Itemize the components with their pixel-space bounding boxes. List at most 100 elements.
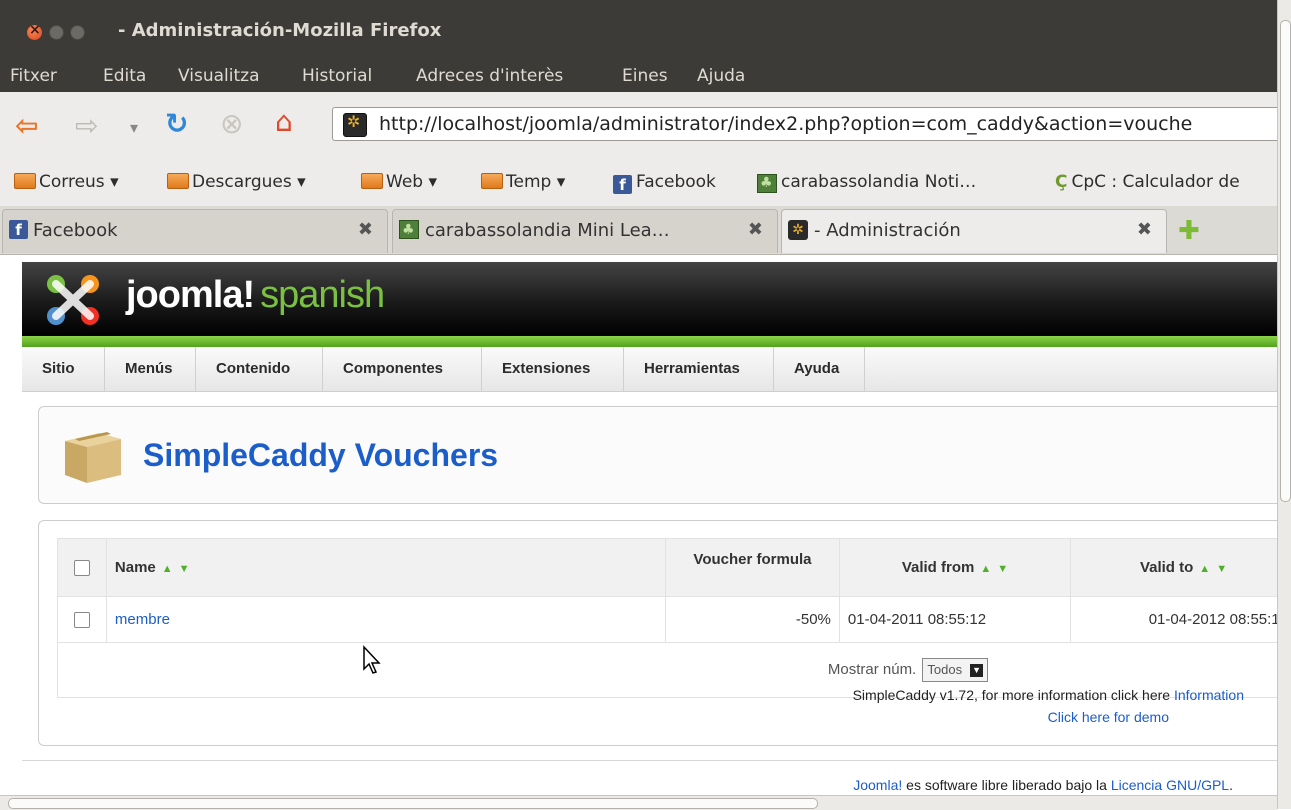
demo-line: Click here for demo <box>39 709 1169 725</box>
demo-link[interactable]: Click here for demo <box>1048 709 1169 725</box>
page-size-select[interactable]: Todos ▼ <box>922 658 988 682</box>
facebook-icon: f <box>613 175 632 194</box>
bookmark-cpc[interactable]: ÇCpC : Calculador de <box>1055 172 1240 192</box>
bookmark-label: Descargues ▾ <box>192 172 306 192</box>
tree-icon <box>757 174 777 193</box>
chevron-down-icon: ▼ <box>970 664 983 677</box>
menu-componentes[interactable]: Componentes <box>323 347 482 391</box>
navigation-toolbar: ⇦ ⇨ ▾ ↻ ⊗ ⌂ http://localhost/joomla/admi… <box>0 92 1291 163</box>
joomla-logo-text: joomla!spanish <box>126 274 384 317</box>
page-size-value: Todos <box>927 662 962 677</box>
sort-asc-icon[interactable]: ▲ <box>980 563 991 575</box>
header-green-bar <box>22 336 1277 347</box>
page-title: SimpleCaddy Vouchers <box>143 437 498 474</box>
header-label: Valid to <box>1140 559 1193 576</box>
tab-label: - Administración <box>814 220 961 241</box>
vertical-scrollbar[interactable] <box>1277 0 1291 809</box>
formula-column-header: Voucher formula <box>666 539 840 597</box>
bookmark-label: Temp ▾ <box>506 172 565 192</box>
header-label: Voucher formula <box>693 551 811 568</box>
menu-sitio[interactable]: Sitio <box>22 347 105 391</box>
bookmark-carabassolandia[interactable]: carabassolandia Noti… <box>757 172 976 193</box>
menu-ajuda[interactable]: Ajuda <box>697 66 745 86</box>
tab-label: carabassolandia Mini Lea… <box>425 220 670 241</box>
menu-edita[interactable]: Edita <box>103 66 146 86</box>
forward-arrow-icon[interactable]: ⇨ <box>75 112 98 140</box>
valid-from-column-header[interactable]: Valid from▲▼ <box>839 539 1070 597</box>
menu-adreces[interactable]: Adreces d'interès <box>416 66 563 86</box>
cpc-icon: Ç <box>1055 172 1067 192</box>
footer-end: . <box>1229 777 1233 793</box>
menu-eines[interactable]: Eines <box>622 66 668 86</box>
bookmark-facebook[interactable]: fFacebook <box>613 172 716 194</box>
bookmark-correus[interactable]: Correus ▾ <box>14 172 119 192</box>
window-maximize-button[interactable] <box>70 25 85 40</box>
information-link[interactable]: Information <box>1174 687 1244 703</box>
mouse-pointer-icon <box>362 645 384 675</box>
name-column-header[interactable]: Name▲▼ <box>106 539 665 597</box>
horizontal-scroll-thumb[interactable] <box>8 798 818 809</box>
vertical-scroll-thumb[interactable] <box>1280 20 1291 502</box>
page-footer: Joomla! es software libre liberado bajo … <box>0 777 1233 793</box>
bookmark-label: Facebook <box>636 172 716 192</box>
horizontal-scrollbar[interactable] <box>0 795 1277 810</box>
close-tab-icon[interactable]: ✖ <box>1137 219 1152 240</box>
stop-icon[interactable]: ⊗ <box>220 110 243 138</box>
reload-icon[interactable]: ↻ <box>165 110 188 138</box>
voucher-name-link[interactable]: membre <box>115 611 170 628</box>
license-link[interactable]: Licencia GNU/GPL <box>1111 777 1229 793</box>
tab-carabassolandia[interactable]: carabassolandia Mini Lea… ✖ <box>392 209 778 253</box>
url-bar[interactable]: http://localhost/joomla/administrator/in… <box>332 107 1291 141</box>
bookmark-label: carabassolandia Noti… <box>781 172 976 192</box>
window-minimize-button[interactable] <box>49 25 64 40</box>
select-all-checkbox[interactable] <box>74 560 90 576</box>
back-arrow-icon[interactable]: ⇦ <box>15 112 38 140</box>
menu-contenido[interactable]: Contenido <box>196 347 323 391</box>
tab-facebook[interactable]: f Facebook ✖ <box>2 209 388 253</box>
valid-to-column-header[interactable]: Valid to ▲ ▼ <box>1071 539 1291 597</box>
home-icon[interactable]: ⌂ <box>275 108 293 136</box>
window-close-button[interactable] <box>27 25 42 40</box>
sort-asc-icon[interactable]: ▲ <box>1199 563 1210 575</box>
bookmark-temp[interactable]: Temp ▾ <box>481 172 565 192</box>
bookmark-web[interactable]: Web ▾ <box>361 172 437 192</box>
joomla-header: joomla!spanish <box>22 262 1277 336</box>
bookmark-label: Web ▾ <box>386 172 437 192</box>
menu-visualitza[interactable]: Visualitza <box>178 66 259 86</box>
credits-text: SimpleCaddy v1.72, for more information … <box>853 687 1170 703</box>
row-checkbox[interactable] <box>74 612 90 628</box>
bookmark-descargues[interactable]: Descargues ▾ <box>167 172 306 192</box>
bookmarks-toolbar: Correus ▾ Descargues ▾ Web ▾ Temp ▾ fFac… <box>0 162 1291 206</box>
url-text[interactable]: http://localhost/joomla/administrator/in… <box>379 113 1192 135</box>
new-tab-plus-icon[interactable]: ✚ <box>1178 216 1200 246</box>
table-header-row: Name▲▼ Voucher formula Valid from▲▼ Vali… <box>58 539 1291 597</box>
credits-line: SimpleCaddy v1.72, for more information … <box>39 687 1244 703</box>
history-dropdown-icon[interactable]: ▾ <box>130 114 138 142</box>
menu-extensiones[interactable]: Extensiones <box>482 347 624 391</box>
select-all-cell <box>58 539 107 597</box>
menu-ayuda[interactable]: Ayuda <box>774 347 865 391</box>
menu-herramientas[interactable]: Herramientas <box>624 347 774 391</box>
close-tab-icon[interactable]: ✖ <box>358 219 373 240</box>
tab-administracion[interactable]: ✲ - Administración ✖ <box>781 209 1167 253</box>
vouchers-table: Name▲▼ Voucher formula Valid from▲▼ Vali… <box>57 538 1291 698</box>
window-titlebar: - Administración-Mozilla Firefox <box>0 0 1291 60</box>
valid-to-cell: 01-04-2012 08:55:12 <box>1071 597 1291 643</box>
sort-desc-icon[interactable]: ▼ <box>997 563 1008 575</box>
folder-icon <box>481 173 503 189</box>
menu-fitxer[interactable]: Fitxer <box>10 66 57 86</box>
joomla-link[interactable]: Joomla! <box>853 777 902 793</box>
tree-icon <box>399 220 419 239</box>
close-tab-icon[interactable]: ✖ <box>748 219 763 240</box>
sort-desc-icon[interactable]: ▼ <box>1216 563 1227 575</box>
logo-main: joomla! <box>126 274 254 316</box>
table-row: membre -50% 01-04-2011 08:55:12 01-04-20… <box>58 597 1291 643</box>
joomla-admin-menu: Sitio Menús Contenido Componentes Extens… <box>22 347 1277 392</box>
tab-label: Facebook <box>33 220 118 241</box>
joomla-favicon-icon <box>343 113 367 137</box>
sort-asc-icon[interactable]: ▲ <box>162 563 173 575</box>
sort-desc-icon[interactable]: ▼ <box>179 563 190 575</box>
menu-historial[interactable]: Historial <box>302 66 372 86</box>
folder-icon <box>14 173 36 189</box>
menu-menus[interactable]: Menús <box>105 347 196 391</box>
